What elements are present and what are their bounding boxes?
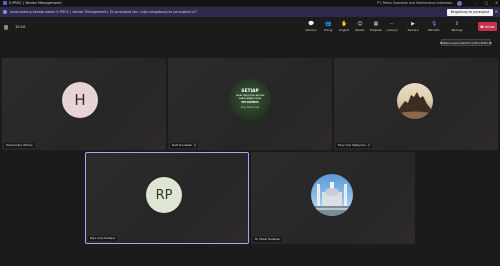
participant-tile[interactable]: RP Riyo Arip Pradana [85, 152, 249, 244]
teams-logo-icon [3, 1, 7, 5]
hand-icon: ✋ [341, 21, 348, 27]
chat-button[interactable]: 💬 Obrolan [302, 21, 320, 35]
join-device-banner: Anda sedang berada dalam E-PROC | Vendor… [0, 7, 500, 17]
participant-name: M. Faisal Harahap [255, 237, 280, 241]
rock-landscape-icon [399, 92, 431, 119]
photo-caption-hashtag: #my bike cross [240, 106, 260, 109]
participant-photo: SETIAP TAHAP YANG KITA LAKUKAN AKAN KEMB… [229, 79, 271, 121]
organization-name: PT. Pekon Operation and Maintenance Indo… [377, 1, 452, 5]
mic-tooltip: Matikan suara mikrofon (Ctrl+Shift+M) [439, 39, 493, 46]
leave-label: Keluar [485, 24, 495, 29]
meeting-timer: 10:10 [15, 25, 26, 29]
minimize-button[interactable]: – [476, 0, 478, 6]
participant-name: Tamuonline (Tamu) [6, 143, 33, 147]
window-controls: – □ ✕ [476, 0, 498, 6]
participant-nameplate: M. Faisal Harahap [253, 237, 282, 242]
share-button[interactable]: ⇧ Berbagi [448, 21, 466, 35]
participant-name: Feny Yuni Saboyono [338, 143, 366, 147]
participant-nameplate: Tamuonline (Tamu) [4, 143, 35, 148]
camera-label: Kamera [407, 28, 419, 32]
mosque-icon [311, 182, 353, 216]
participant-tile[interactable]: Feny Yuni Saboyono 🎙̸ [334, 58, 498, 150]
photo-caption-line: AKAN KEMBALI PADA [239, 98, 261, 100]
info-icon [3, 10, 7, 14]
maximize-button[interactable]: □ [485, 0, 488, 6]
more-icon: ⋯ [389, 21, 395, 27]
mic-muted-icon: 🎙̸ [367, 143, 370, 147]
phone-icon: ☎ [480, 24, 485, 29]
participant-name: Rudi Gunawan [172, 143, 193, 147]
participant-name: Riyo Arip Pradana [90, 236, 115, 240]
photo-caption-line: PELAKUNYA [241, 101, 259, 104]
banner-text: Anda sedang berada dalam E-PROC | Vendor… [10, 10, 197, 14]
participant-initials: H [74, 91, 86, 109]
more-label: Lainnya [386, 28, 398, 32]
share-icon: ⇧ [454, 21, 460, 27]
chat-label: Obrolan [305, 28, 317, 32]
participant-tile[interactable]: SETIAP TAHAP YANG KITA LAKUKAN AKAN KEMB… [168, 58, 332, 150]
participant-tile[interactable]: M. Faisal Harahap [251, 152, 415, 244]
mic-muted-icon: 🎙̸ [194, 143, 197, 147]
photo-caption-title: SETIAP [241, 89, 259, 94]
participant-avatar: RP [146, 177, 182, 213]
participant-photo [397, 83, 433, 119]
participant-avatar: H [62, 82, 98, 118]
title-bar: E-PROC | Vendor Management) PT. Pekon Op… [0, 0, 500, 6]
more-button[interactable]: ⋯ Lainnya [383, 21, 401, 35]
chat-icon: 💬 [308, 21, 315, 27]
camera-icon: ▶ [411, 21, 415, 27]
shield-icon [4, 25, 8, 30]
people-icon: 👥 [325, 21, 332, 27]
leave-button[interactable]: ☎ Keluar [478, 22, 497, 31]
grid-icon: ▦ [373, 21, 379, 27]
participant-nameplate: Feny Yuni Saboyono 🎙̸ [336, 143, 372, 148]
photo-caption-line: TAHAP YANG KITA LAKUKAN [235, 95, 265, 97]
camera-button[interactable]: ▶ Kamera [404, 21, 422, 35]
participant-nameplate: Riyo Arip Pradana [88, 236, 117, 241]
close-window-button[interactable]: ✕ [495, 0, 498, 6]
mic-label: Mikrofon [427, 28, 441, 32]
participant-photo [311, 174, 353, 216]
window-title: E-PROC | Vendor Management) [9, 1, 62, 5]
meeting-toolbar: 10:10 💬 Obrolan 👥 Orang ✋ Angkat ☺ Reaks… [0, 18, 500, 38]
share-label: Berbagi [451, 28, 463, 32]
participant-initials: RP [155, 187, 173, 203]
microphone-icon: 🎙 [431, 21, 438, 27]
user-avatar[interactable] [457, 0, 462, 6]
participant-tile[interactable]: H Tamuonline (Tamu) [2, 58, 166, 150]
join-device-button[interactable]: Bergabung ke perangkat [446, 8, 493, 16]
banner-close-icon[interactable]: ✕ [495, 9, 498, 14]
mic-button[interactable]: 🎙 Mikrofon [425, 21, 443, 35]
participant-nameplate: Rudi Gunawan 🎙̸ [170, 143, 199, 148]
smile-icon: ☺ [357, 21, 363, 27]
